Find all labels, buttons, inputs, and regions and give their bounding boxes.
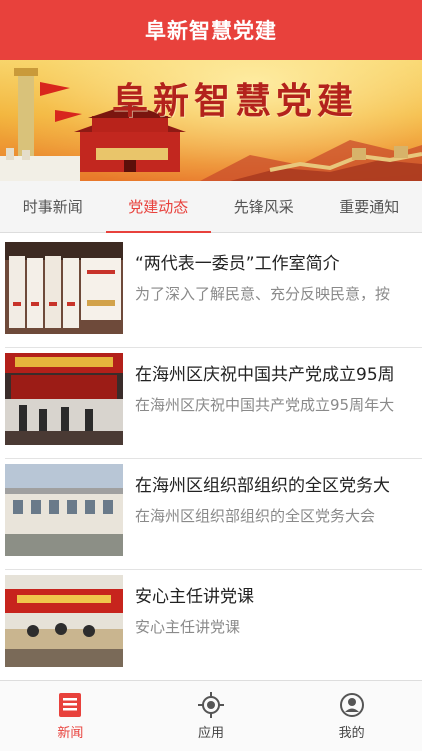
nav-label: 我的 [339,722,365,741]
tab-current-news[interactable]: 时事新闻 [0,181,106,232]
app-icon [198,692,224,718]
news-title: 在海州区组织部组织的全区党务大 [135,471,422,496]
news-item[interactable]: 在海州区组织部组织的全区党务大 在海州区组织部组织的全区党务大会 [5,459,422,570]
news-title: “两代表一委员”工作室简介 [135,249,422,274]
news-summary: 为了深入了解民意、充分反映民意，按 [135,283,422,304]
news-summary: 安心主任讲党课 [135,616,422,637]
nav-profile[interactable]: 我的 [281,681,422,751]
news-title: 在海州区庆祝中国共产党成立95周 [135,360,422,385]
tab-label: 重要通知 [339,196,399,217]
tab-party-dynamics[interactable]: 党建动态 [106,181,212,232]
news-item[interactable]: 安心主任讲党课 安心主任讲党课 [5,570,422,680]
tab-bar: 时事新闻 党建动态 先锋风采 重要通知 [0,181,422,233]
news-item[interactable]: “两代表一委员”工作室简介 为了深入了解民意、充分反映民意，按 [5,237,422,348]
nav-label: 新闻 [57,722,83,741]
banner[interactable]: 阜新智慧党建 [0,60,422,181]
tab-important-notices[interactable]: 重要通知 [317,181,422,232]
app-header: 阜新智慧党建 [0,0,422,60]
news-thumbnail [5,464,123,556]
tab-label: 党建动态 [128,196,188,217]
tab-label: 先锋风采 [234,196,294,217]
news-thumbnail [5,575,123,667]
nav-label: 应用 [198,722,224,741]
news-thumbnail [5,353,123,445]
tab-label: 时事新闻 [23,196,83,217]
bottom-nav: 新闻 应用 我的 [0,680,422,751]
news-icon [57,692,83,718]
news-thumbnail [5,242,123,334]
banner-title: 阜新智慧党建 [112,72,358,124]
app-title: 阜新智慧党建 [145,15,277,45]
profile-icon [339,692,365,718]
tab-pioneer-style[interactable]: 先锋风采 [211,181,317,232]
news-summary: 在海州区组织部组织的全区党务大会 [135,505,422,526]
nav-news[interactable]: 新闻 [0,681,141,751]
nav-apps[interactable]: 应用 [141,681,282,751]
news-list: “两代表一委员”工作室简介 为了深入了解民意、充分反映民意，按 在海州区庆祝中国… [0,233,422,680]
news-title: 安心主任讲党课 [135,582,422,607]
news-item[interactable]: 在海州区庆祝中国共产党成立95周 在海州区庆祝中国共产党成立95周年大 [5,348,422,459]
news-summary: 在海州区庆祝中国共产党成立95周年大 [135,394,422,415]
